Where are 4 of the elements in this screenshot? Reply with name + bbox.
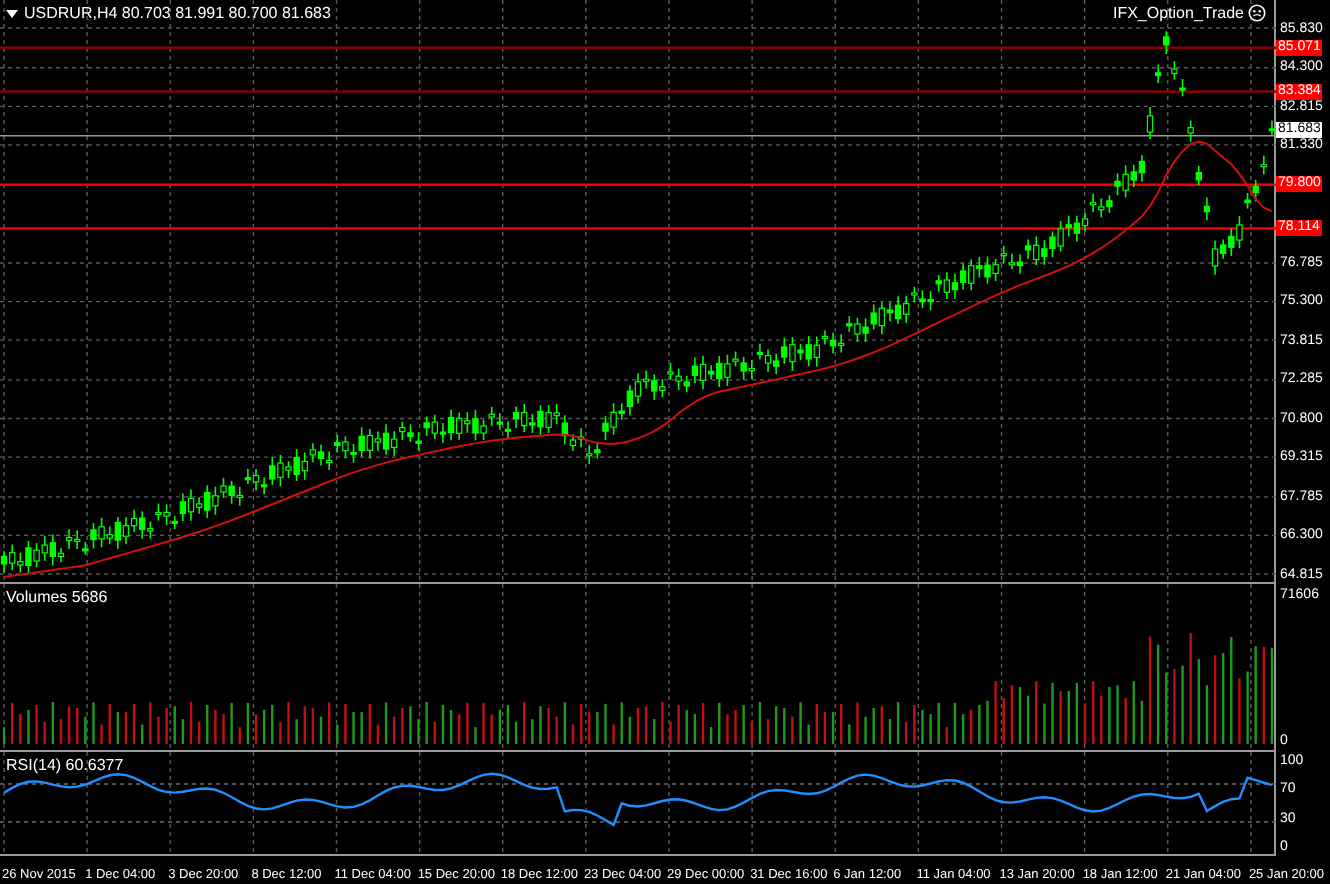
expert-name: IFX_Option_Trade [1112, 4, 1244, 22]
symbol-header: USDRUR,H4 80.703 81.991 80.700 81.683 [24, 4, 331, 22]
rsi-label: RSI(14) 60.6377 [6, 756, 124, 774]
volume-label: Volumes 5686 [6, 588, 108, 606]
